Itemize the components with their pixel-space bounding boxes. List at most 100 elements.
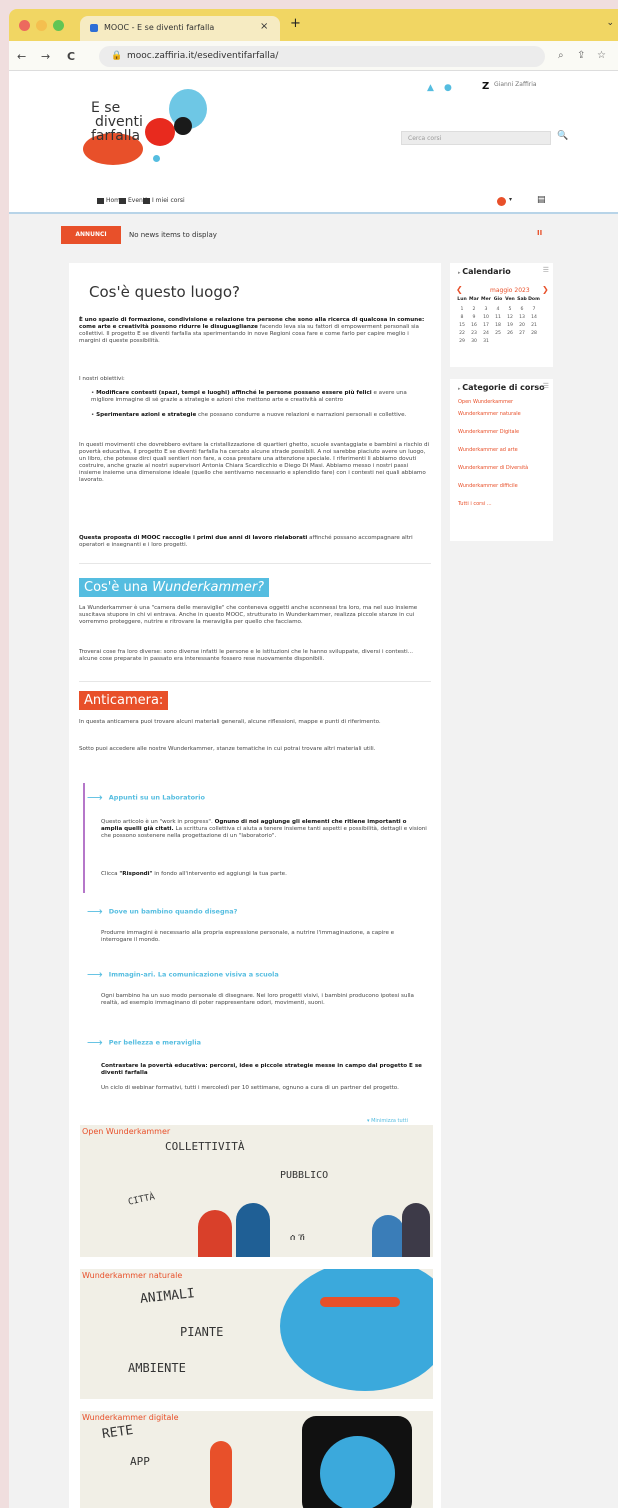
tile-word: ANIMALI [139,1286,196,1307]
anticamera-paragraph-2: Sotto puoi accedere alle nostre Wunderka… [79,746,376,752]
anticamera-paragraph-1: In questa anticamera puoi trovare alcuni… [79,719,381,725]
prev-month-button[interactable]: ❮ [456,285,463,294]
category-link[interactable]: Wunderkammer difficile [458,483,553,489]
category-link[interactable]: Wunderkammer di Diversità [458,465,553,471]
house-illustration [198,1210,232,1257]
link-3-description: Ogni bambino ha un suo modo personale di… [101,993,414,1006]
logo-red-shape [145,118,175,146]
notifications-icon[interactable]: ▲ [427,83,434,93]
tile-word: CITTÀ [127,1192,156,1208]
link-1-cta: Clicca "Rispondi" in fondo all'intervent… [101,871,287,877]
logo-dot-shape [153,155,160,162]
objective-1: • Modificare contesti (spazi, tempi e lu… [91,390,407,403]
calendar-block: Calendario ☰ ❮ maggio 2023 ❯ LunMarMerGi… [450,263,553,367]
maximize-window-icon[interactable] [53,20,64,31]
calendar-weekday-row: Lun Mar Mer Gio Ven SabDom [457,297,540,302]
reload-button[interactable]: C [67,50,75,63]
browser-tab[interactable]: MOOC - E se diventi farfalla × [80,16,280,41]
calendar-month[interactable]: maggio 2023 [490,287,530,294]
link-bellezza-meraviglia[interactable]: ⟶ Per bellezza e meraviglia [87,1036,201,1049]
back-button[interactable]: ← [17,50,26,63]
course-search-input[interactable]: Cerca corsi [401,131,551,145]
tile-title: Wunderkammer naturale [82,1271,183,1280]
link-appunti-laboratorio[interactable]: ⟶ Appunti su un Laboratorio [87,791,205,804]
wunderkammer-heading: Cos'è una Wunderkammer? [79,578,270,597]
favicon-icon [90,24,98,32]
calendar-week: 1234567 [460,307,536,312]
activity-highlight-bar [83,783,85,893]
user-menu[interactable]: Gianni Zaffiria [494,81,537,88]
settings-chevron-icon[interactable]: ▾ [509,196,512,203]
category-link[interactable]: Wunderkammer ad arte [458,447,553,453]
courses-icon [143,197,150,204]
categories-title: Categorie di corso [458,383,544,392]
messages-icon[interactable]: ● [444,83,452,93]
category-link[interactable]: Open Wunderkammer [458,399,553,405]
calendar-title: Calendario [458,267,510,276]
lock-icon: 🔒 [111,51,123,61]
page-content: E se diventi farfalla ▲ ● Z Gianni Zaffi… [9,71,618,1508]
intro-paragraph: È uno spazio di formazione, condivisione… [79,317,425,344]
webinar-description: Un ciclo di webinar formativi, tutti i m… [101,1085,399,1091]
gear-icon[interactable] [497,197,506,206]
url-field[interactable]: 🔒 mooc.zaffiria.it/esediventifarfalla/ [99,46,545,67]
news-pause-button[interactable]: II [537,229,542,237]
people-illustration: ሰ ኸ [290,1233,305,1243]
all-courses-link[interactable]: Tutti i corsi ... [458,501,553,507]
divider [79,681,431,682]
browser-window: MOOC - E se diventi farfalla × + ⌄ ← → C… [9,9,618,1508]
arrow-right-icon: ⟶ [87,1036,103,1049]
tab-list-chevron-icon[interactable]: ⌄ [606,18,614,28]
course-categories-block: Categorie di corso ☰ Open Wunderkammer W… [450,379,553,541]
block-collapse-icon[interactable]: ☰ [543,266,549,274]
link-bambino-disegna[interactable]: ⟶ Dove un bambino quando disegna? [87,905,237,918]
tab-close-icon[interactable]: × [260,21,268,32]
blue-circle-illustration [320,1436,395,1508]
news-message: No news items to display [129,231,217,239]
close-window-icon[interactable] [19,20,30,31]
movements-paragraph: In questi movimenti che dovrebbero evita… [79,442,430,483]
search-icon[interactable]: ⌕ [558,50,564,61]
link-immagin-ari[interactable]: ⟶ Immagin-ari. La comunicazione visiva a … [87,968,279,981]
user-avatar[interactable]: Z [482,81,489,92]
leaf-illustration [280,1269,433,1391]
url-text: mooc.zaffiria.it/esediventifarfalla/ [127,51,279,61]
tab-bar: MOOC - E se diventi farfalla × + ⌄ [9,9,618,41]
minimize-window-icon[interactable] [36,20,47,31]
minimize-all-link[interactable]: ▾ Minimizza tutti [367,1118,408,1124]
address-bar-row: ← → C 🔒 mooc.zaffiria.it/esediventifarfa… [9,41,618,71]
menu-my-courses[interactable]: I miei corsi [143,197,185,204]
tile-title: Open Wunderkammer [82,1127,171,1136]
tile-word: APP [130,1455,150,1468]
grid-icon[interactable]: ▤ [537,195,546,205]
divider [79,563,431,564]
tile-wunderkammer-naturale[interactable]: Wunderkammer naturale ANIMALI PIANTE AMB… [80,1269,433,1399]
objective-2: • Sperimentare azioni e strategie che po… [91,412,407,418]
home-icon [97,197,104,204]
category-link[interactable]: Wunderkammer naturale [458,411,553,417]
house-illustration [372,1215,404,1257]
calendar-week: 29 30 31 [459,339,489,344]
tile-wunderkammer-digitale[interactable]: Wunderkammer digitale RETE APP [80,1411,433,1508]
category-link[interactable]: Wunderkammer Digitale [458,429,553,435]
share-icon[interactable]: ⇪ [577,50,585,61]
forward-button[interactable]: → [41,50,50,63]
wunderkammer-paragraph-2: Troverai cose fra loro diverse: sono div… [79,649,414,662]
site-header: E se diventi farfalla ▲ ● Z Gianni Zaffi… [9,71,618,214]
new-tab-button[interactable]: + [290,16,301,31]
page-title: Cos'è questo luogo? [89,283,240,301]
tile-open-wunderkammer[interactable]: Open Wunderkammer COLLETTIVITÀ PUBBLICO … [80,1125,433,1257]
tile-word: AMBIENTE [128,1361,186,1375]
next-month-button[interactable]: ❯ [542,285,549,294]
objectives-label: I nostri obiettivi: [79,376,125,382]
anticamera-heading: Anticamera: [79,691,169,710]
webinar-heading: Contrastare la povertà educativa: percor… [101,1063,422,1076]
calendar-icon [119,197,126,204]
star-icon[interactable]: ☆ [597,50,606,61]
news-badge: ANNUNCI [61,226,121,244]
block-collapse-icon[interactable]: ☰ [543,382,549,390]
search-button[interactable]: 🔍 [557,131,568,141]
link-1-description: Questo articolo è un "work in progress".… [101,819,427,839]
tab-title: MOOC - E se diventi farfalla [104,23,215,32]
arrow-right-icon: ⟶ [87,905,103,918]
